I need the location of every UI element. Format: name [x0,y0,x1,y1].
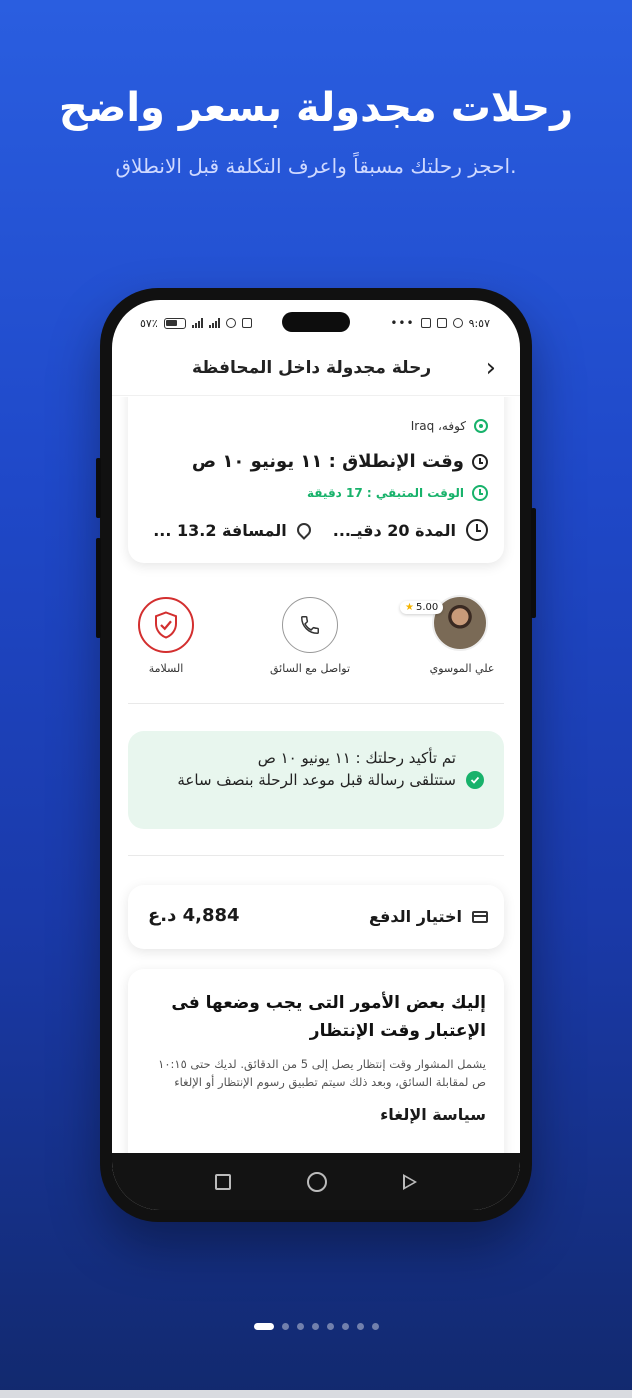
payment-selector[interactable]: اختيار الدفع 4,884 د.ع [128,885,504,949]
more-icon: ••• [390,316,415,330]
page-dot[interactable] [311,1323,319,1330]
waiting-info-card: إليك بعض الأمور التى يجب وضعها فى الإعتب… [128,969,504,1153]
battery-icon [163,317,186,329]
chevron-right-icon[interactable]: › [486,355,496,381]
rating-badge: ★ 5.00 [400,601,444,614]
phone-screen: ٥٧٪ ••• ٩:٥٧ رحلة مجدولة داخل المحافظة › [112,300,520,1210]
scroll-content[interactable]: كوفه، Iraq وقت الإنطلاق : ١١ يونيو ١٠ ص … [112,397,520,1153]
trip-duration: المدة 20 دقيـ... [332,520,456,540]
bottom-strip [0,1390,632,1398]
signal-icon [208,318,220,328]
recent-apps-icon[interactable] [215,1173,231,1190]
confirmation-notice: تم تأكيد رحلتك : ١١ يونيو ١٠ ص ستتلقى رس… [128,731,504,829]
page-dot[interactable] [341,1323,349,1330]
trip-location-row: كوفه، Iraq [411,419,488,433]
camera-notch [282,312,350,332]
system-nav-bar [112,1153,520,1210]
divider [128,703,504,704]
back-icon[interactable] [403,1173,417,1190]
location-icon [225,318,236,328]
confirmation-line1: تم تأكيد رحلتك : ١١ يونيو ١٠ ص [257,749,456,767]
promo-subtitle: احجز رحلتك مسبقاً واعرف التكلفة قبل الان… [115,154,517,178]
signal-icon [191,318,203,328]
payment-amount: 4,884 د.ع [148,905,240,926]
info-heading: إليك بعض الأمور التى يجب وضعها فى الإعتب… [171,993,486,1041]
app-icon [420,318,431,328]
remaining-time: الوقت المتبقي : 17 دقيقة [307,486,464,500]
page-dot[interactable] [281,1323,289,1330]
battery-percent: ٥٧٪ [140,316,158,330]
page-dot[interactable] [326,1323,334,1330]
map-pin-icon [293,520,314,540]
driver-rating: 5.00 [415,602,439,613]
clock-icon [472,485,488,501]
status-left: ٥٧٪ [140,317,252,330]
check-circle-icon [466,771,484,789]
contact-driver-button[interactable] [282,597,338,653]
status-right: ••• ٩:٥٧ [390,316,490,330]
remaining-time-row: الوقت المتبقي : 17 دقيقة [307,485,488,501]
shield-check-icon [155,611,177,639]
clock-time: ٩:٥٧ [468,316,490,330]
trip-location: كوفه، Iraq [410,419,466,433]
payment-label-row: اختيار الدفع [369,907,488,926]
message-icon [452,318,463,328]
safety-button[interactable] [138,597,194,653]
clock-icon [472,453,488,470]
clock-icon [466,519,488,541]
page-dot[interactable] [296,1323,304,1330]
alarm-icon [241,318,252,328]
page-dot[interactable] [356,1323,364,1330]
phone-icon [301,616,319,634]
page-dot[interactable] [371,1323,379,1330]
volume-button [96,538,101,638]
home-icon[interactable] [307,1171,327,1192]
departure-row: وقت الإنطلاق : ١١ يونيو ١٠ ص [192,451,488,472]
confirmation-line2: ستتلقى رسالة قبل موعد الرحلة بنصف ساعة [177,771,456,789]
top-app-bar: رحلة مجدولة داخل المحافظة › [112,340,520,396]
star-icon: ★ [405,602,414,613]
payment-label: اختيار الدفع [368,907,462,926]
app-icon [436,318,447,328]
trip-distance: المسافة 13.2 ... [153,520,287,540]
contact-driver-label: تواصل مع السائق [269,662,351,675]
info-body: يشمل المشوار وقت إنتظار يصل إلى 5 من الد… [158,1057,486,1089]
driver-name: علي الموسوي [429,662,495,675]
credit-card-icon [472,910,488,923]
divider [128,855,504,856]
screen-title: رحلة مجدولة داخل المحافظة [192,357,432,378]
promo-headline: رحلات مجدولة بسعر واضح [58,85,574,131]
page-indicator [0,1323,632,1330]
volume-button [96,458,101,518]
trip-details-card: كوفه، Iraq وقت الإنطلاق : ١١ يونيو ١٠ ص … [128,397,504,563]
policy-title: سياسة الإلغاء [380,1105,486,1124]
power-button [531,508,536,618]
page-dot[interactable] [253,1323,274,1330]
safety-label: السلامة [148,662,184,675]
departure-time: وقت الإنطلاق : ١١ يونيو ١٠ ص [191,451,464,472]
duration-distance-row: المدة 20 دقيـ... المسافة 13.2 ... [153,519,488,541]
location-target-icon [474,419,488,433]
phone-mockup: ٥٧٪ ••• ٩:٥٧ رحلة مجدولة داخل المحافظة › [96,288,536,1222]
